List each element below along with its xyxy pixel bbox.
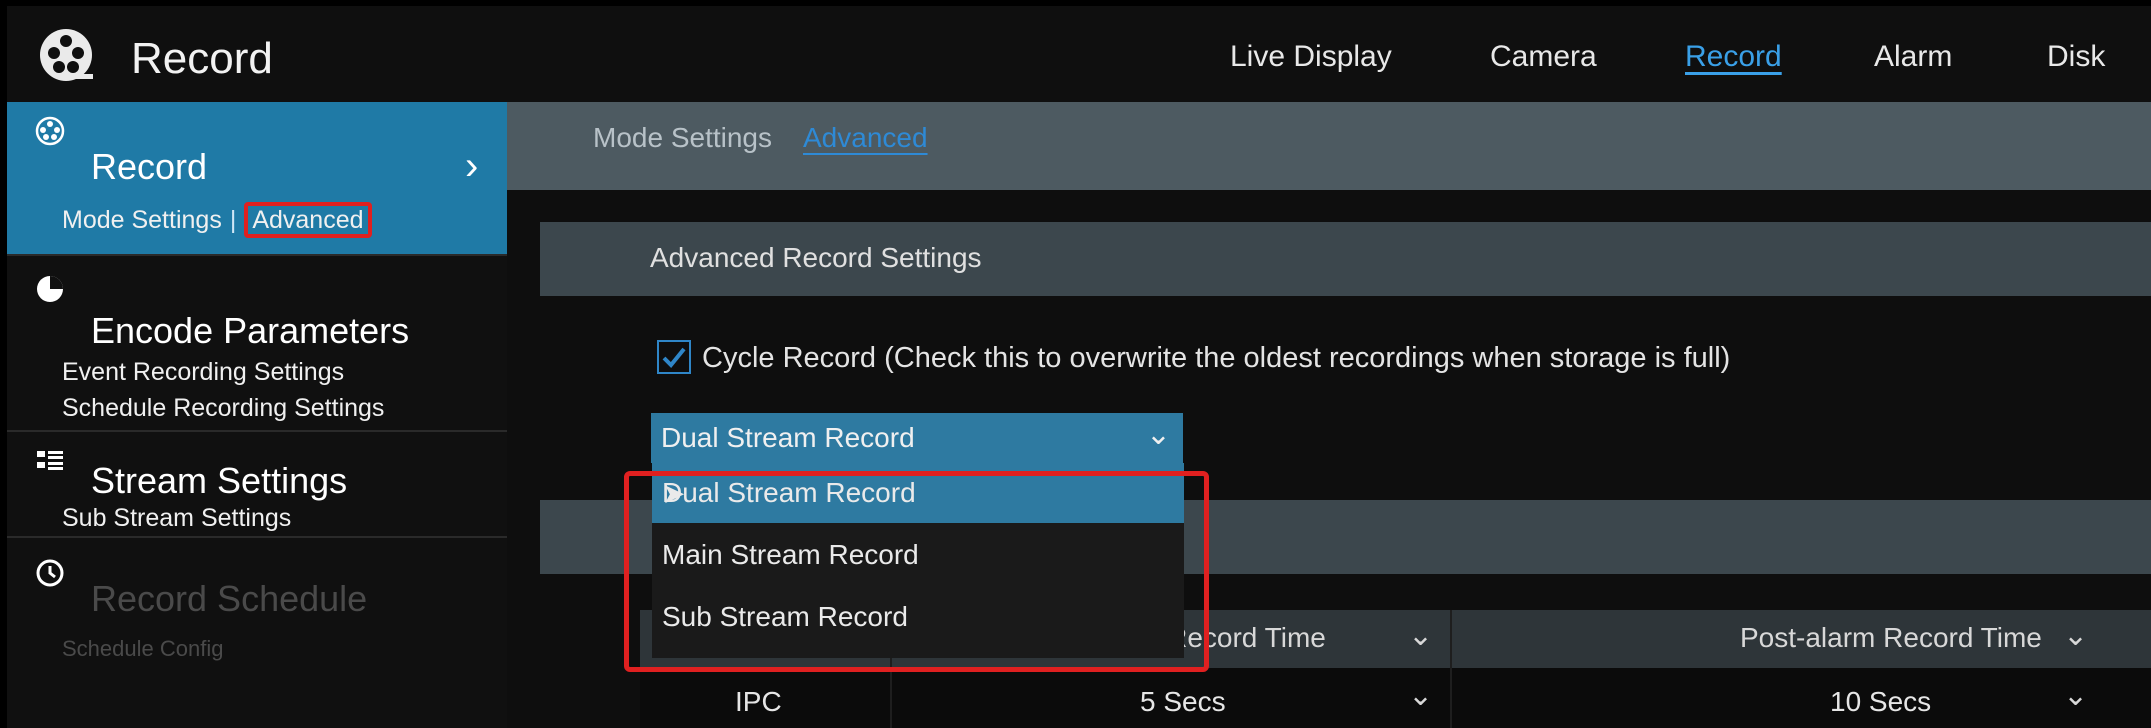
nav-live-display[interactable]: Live Display [1230, 40, 1392, 74]
sidebar-sub-schedule-config[interactable]: Schedule Config [62, 636, 223, 662]
annotation-highlight-box [624, 471, 1209, 672]
chevron-down-icon[interactable]: ⌄ [2063, 678, 2088, 713]
sidebar-sub-mode-settings[interactable]: Mode Settings [62, 206, 222, 234]
tab-advanced[interactable]: Advanced [803, 122, 928, 154]
app-title: Record [131, 34, 273, 83]
chevron-down-icon[interactable]: ⌄ [2063, 618, 2088, 653]
sidebar-sub-event-recording[interactable]: Event Recording Settings [62, 358, 344, 387]
cycle-record-checkbox[interactable] [657, 340, 691, 374]
sidebar-sub-stream[interactable]: Sub Stream Settings [62, 504, 291, 533]
sidebar-item-record-schedule[interactable]: Record Schedule Schedule Config [7, 536, 507, 676]
film-reel-icon [35, 116, 65, 146]
column-divider [1450, 610, 1452, 728]
chevron-down-icon[interactable]: ⌄ [1408, 618, 1433, 653]
film-reel-icon [40, 29, 93, 81]
sidebar-item-label: Stream Settings [91, 460, 348, 501]
separator: | [229, 206, 237, 234]
cycle-record-label: Cycle Record (Check this to overwrite th… [702, 342, 1731, 374]
nav-alarm[interactable]: Alarm [1874, 40, 1952, 74]
cell-pre-alarm-time[interactable]: 5 Secs [1140, 686, 1226, 718]
nav-disk[interactable]: Disk [2047, 40, 2105, 74]
column-header-post-alarm: Post-alarm Record Time [1740, 622, 2042, 653]
sidebar-item-label: Record Schedule [91, 578, 368, 619]
nav-record[interactable]: Record [1685, 40, 1782, 74]
sidebar-item-label: Encode Parameters [91, 310, 410, 351]
tab-mode-settings[interactable]: Mode Settings [593, 122, 772, 154]
section-header: Advanced Record Settings [540, 222, 2151, 296]
clock-icon [35, 558, 65, 588]
sub-tab-bar: Mode Settings Advanced [507, 102, 2151, 190]
pie-chart-icon [35, 274, 65, 304]
chevron-down-icon: ⌄ [1145, 418, 1171, 451]
sidebar-item-stream-settings[interactable]: Stream Settings Sub Stream Settings [7, 430, 507, 538]
table-row: IPC 5 Secs ⌄ 10 Secs ⌄ [640, 668, 2151, 728]
cell-post-alarm-time[interactable]: 10 Secs [1830, 686, 1931, 718]
section-title: Advanced Record Settings [650, 242, 982, 273]
sidebar-sub-advanced[interactable]: Advanced [244, 202, 372, 238]
cell-channel: IPC [735, 686, 782, 717]
checkmark-icon [662, 347, 686, 368]
stream-mode-select[interactable]: Dual Stream Record ⌄ [651, 413, 1183, 463]
sidebar-subnav: Mode Settings | Advanced [62, 202, 372, 238]
chevron-right-icon: › [465, 144, 479, 188]
sidebar-item-record[interactable]: Record › Mode Settings | Advanced [7, 102, 507, 256]
sidebar-item-encode-parameters[interactable]: Encode Parameters Event Recording Settin… [7, 254, 507, 432]
chevron-down-icon[interactable]: ⌄ [1408, 678, 1433, 713]
grid-list-icon [35, 448, 65, 478]
select-value: Dual Stream Record [661, 422, 915, 453]
sidebar-sub-schedule-recording[interactable]: Schedule Recording Settings [62, 394, 384, 423]
nav-camera[interactable]: Camera [1490, 40, 1597, 74]
app-frame: Record Live Display Camera Record Alarm … [7, 6, 2151, 728]
sidebar-item-label: Record [91, 146, 208, 187]
top-bar: Record Live Display Camera Record Alarm … [7, 6, 2151, 102]
sidebar: Record › Mode Settings | Advanced Encode P… [7, 102, 507, 728]
